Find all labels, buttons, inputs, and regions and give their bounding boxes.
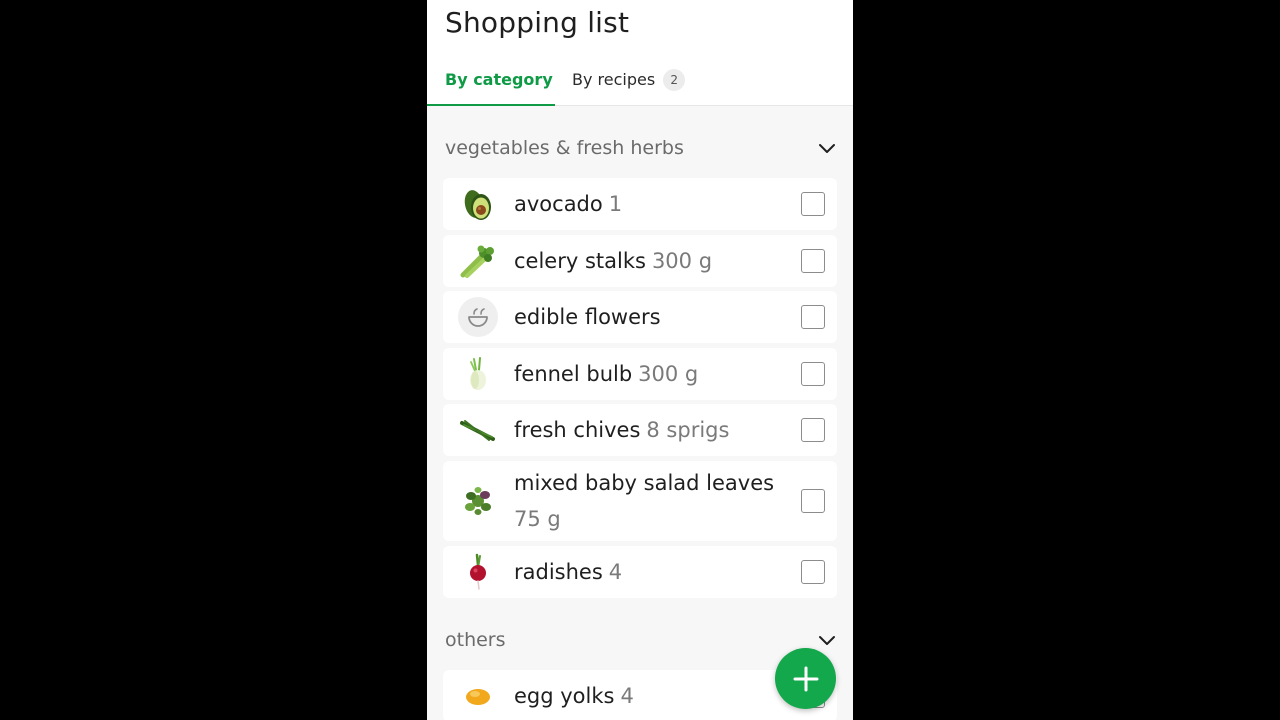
- tab-by-recipes-label: By recipes: [572, 70, 656, 89]
- list-item[interactable]: fennel bulb 300 g: [443, 348, 837, 400]
- celery-icon: [458, 241, 498, 281]
- recipes-count-badge: 2: [663, 69, 686, 91]
- list-item[interactable]: celery stalks 300 g: [443, 235, 837, 287]
- item-label: radishes 4: [514, 560, 623, 584]
- section-header-others[interactable]: others: [445, 625, 837, 655]
- tab-bar: By category By recipes 2: [427, 60, 853, 106]
- item-label: mixed baby salad leaves 75 g: [514, 471, 775, 531]
- item-label: egg yolks 4: [514, 684, 634, 708]
- salad-leaves-icon: [458, 481, 498, 521]
- tab-by-category[interactable]: By category: [427, 60, 555, 106]
- chives-icon: [458, 410, 498, 450]
- add-item-button[interactable]: [775, 648, 836, 709]
- list-item[interactable]: fresh chives 8 sprigs: [443, 404, 837, 456]
- item-label: avocado 1: [514, 192, 623, 216]
- bowl-placeholder-icon: [458, 297, 498, 337]
- item-checkbox[interactable]: [801, 489, 825, 513]
- item-checkbox[interactable]: [801, 418, 825, 442]
- chevron-down-icon[interactable]: [817, 138, 837, 158]
- item-label: edible flowers: [514, 305, 661, 329]
- list-item[interactable]: edible flowers: [443, 291, 837, 343]
- tab-by-recipes[interactable]: By recipes 2: [555, 60, 686, 105]
- item-checkbox[interactable]: [801, 305, 825, 329]
- item-checkbox[interactable]: [801, 192, 825, 216]
- section-header-vegetables[interactable]: vegetables & fresh herbs: [445, 133, 837, 163]
- tab-by-category-label: By category: [445, 70, 553, 89]
- radish-icon: [458, 552, 498, 592]
- section-title: vegetables & fresh herbs: [445, 137, 684, 159]
- item-label: fresh chives 8 sprigs: [514, 418, 730, 442]
- section-title: others: [445, 629, 506, 651]
- plus-icon: [793, 666, 818, 691]
- list-item[interactable]: radishes 4: [443, 546, 837, 598]
- egg-yolk-icon: [458, 676, 498, 716]
- page-title: Shopping list: [445, 6, 630, 39]
- item-label: fennel bulb 300 g: [514, 362, 699, 386]
- item-checkbox[interactable]: [801, 249, 825, 273]
- item-label: celery stalks 300 g: [514, 249, 713, 273]
- fennel-icon: [458, 354, 498, 394]
- app-screen: Shopping list By category By recipes 2 v…: [427, 0, 853, 720]
- list-item[interactable]: avocado 1: [443, 178, 837, 230]
- item-checkbox[interactable]: [801, 362, 825, 386]
- item-checkbox[interactable]: [801, 560, 825, 584]
- app-header: Shopping list By category By recipes 2: [427, 0, 853, 106]
- avocado-icon: [458, 184, 498, 224]
- chevron-down-icon[interactable]: [817, 630, 837, 650]
- list-item[interactable]: mixed baby salad leaves 75 g: [443, 461, 837, 541]
